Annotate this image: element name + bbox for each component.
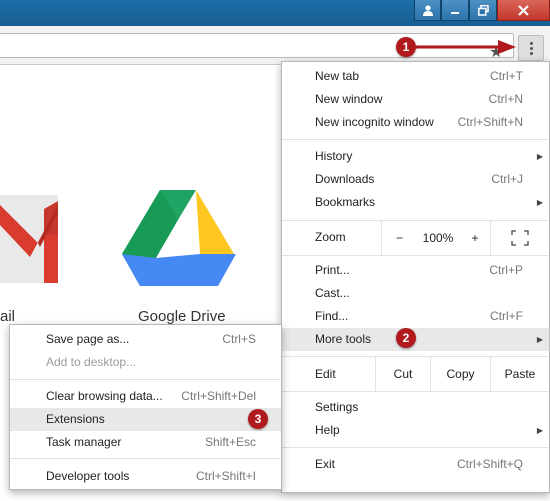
- menu-separator: [10, 379, 281, 380]
- step-marker-2: 2: [396, 328, 416, 348]
- menu-item-settings[interactable]: Settings: [282, 396, 549, 419]
- zoom-label: Zoom: [315, 230, 346, 244]
- menu-item-shortcut: Ctrl+Shift+N: [457, 115, 523, 129]
- submenu-item-add-to-desktop: Add to desktop...: [10, 351, 281, 374]
- menu-item-label: Find...: [315, 309, 349, 323]
- zoom-out-label: −: [395, 231, 403, 245]
- zoom-in-button[interactable]: +: [460, 221, 490, 255]
- gmail-label[interactable]: ail: [0, 308, 15, 325]
- zoom-level-value: 100%: [422, 231, 454, 245]
- menu-item-downloads[interactable]: Downloads Ctrl+J: [282, 168, 549, 191]
- submenu-item-label: Save page as...: [46, 332, 130, 346]
- menu-item-label: Downloads: [315, 172, 375, 186]
- submenu-item-shortcut: Ctrl+Shift+I: [195, 469, 256, 483]
- menu-item-label: More tools: [315, 332, 372, 346]
- paste-label: Paste: [504, 367, 536, 381]
- menu-item-exit[interactable]: Exit Ctrl+Shift+Q: [282, 453, 549, 476]
- submenu-item-clear-browsing-data[interactable]: Clear browsing data... Ctrl+Shift+Del: [10, 385, 281, 408]
- gmail-icon[interactable]: [0, 195, 58, 283]
- menu-item-shortcut: Ctrl+F: [490, 309, 523, 323]
- more-tools-submenu: Save page as... Ctrl+S Add to desktop...…: [9, 324, 282, 490]
- submenu-item-developer-tools[interactable]: Developer tools Ctrl+Shift+I: [10, 465, 281, 488]
- submenu-item-shortcut: Ctrl+Shift+Del: [181, 389, 256, 403]
- edit-label: Edit: [315, 367, 336, 381]
- menu-item-print[interactable]: Print... Ctrl+P: [282, 259, 549, 282]
- menu-item-cast[interactable]: Cast...: [282, 282, 549, 305]
- menu-item-label: Bookmarks: [315, 195, 376, 209]
- menu-item-help[interactable]: Help ▶: [282, 419, 549, 442]
- menu-item-label: Help: [315, 423, 340, 437]
- google-drive-label[interactable]: Google Drive: [138, 308, 226, 325]
- menu-item-bookmarks[interactable]: Bookmarks ▶: [282, 191, 549, 214]
- chrome-main-menu: New tab Ctrl+T New window Ctrl+N New inc…: [281, 61, 550, 493]
- submenu-item-shortcut: Shift+Esc: [204, 435, 256, 449]
- menu-item-shortcut: Ctrl+N: [488, 92, 523, 106]
- cut-button[interactable]: Cut: [375, 357, 430, 391]
- submenu-item-task-manager[interactable]: Task manager Shift+Esc: [10, 431, 281, 454]
- step-marker-1: 1: [396, 37, 416, 57]
- menu-item-label: Settings: [315, 400, 359, 414]
- menu-item-label: Cast...: [315, 286, 350, 300]
- cut-label: Cut: [393, 367, 413, 381]
- menu-item-shortcut: Ctrl+P: [489, 263, 523, 277]
- submenu-item-label: Add to desktop...: [46, 355, 137, 369]
- step-marker-3: 3: [248, 409, 268, 429]
- menu-separator: [10, 458, 281, 459]
- copy-label: Copy: [446, 367, 475, 381]
- menu-item-label: New window: [315, 92, 383, 106]
- zoom-level: 100%: [416, 221, 460, 255]
- submenu-item-label: Extensions: [46, 412, 105, 426]
- menu-item-shortcut: Ctrl+J: [491, 172, 523, 186]
- menu-item-find[interactable]: Find... Ctrl+F: [282, 305, 549, 328]
- menu-item-new-window[interactable]: New window Ctrl+N: [282, 88, 549, 111]
- menu-item-history[interactable]: History ▶: [282, 145, 549, 168]
- menu-item-label: Exit: [315, 457, 336, 471]
- submenu-item-shortcut: Ctrl+S: [222, 332, 256, 346]
- menu-item-zoom: Zoom − 100% +: [282, 221, 549, 255]
- zoom-in-label: +: [471, 231, 479, 245]
- menu-separator: [282, 447, 549, 448]
- submenu-arrow-icon: ▶: [536, 198, 543, 207]
- menu-separator: [282, 139, 549, 140]
- menu-item-edit: Edit Cut Copy Paste: [282, 357, 549, 391]
- menu-separator: [282, 255, 549, 256]
- submenu-item-label: Clear browsing data...: [46, 389, 163, 403]
- submenu-arrow-icon: ▶: [536, 426, 543, 435]
- menu-item-shortcut: Ctrl+Shift+Q: [456, 457, 523, 471]
- menu-item-label: Print...: [315, 263, 350, 277]
- submenu-item-extensions[interactable]: Extensions: [10, 408, 281, 431]
- google-drive-icon[interactable]: [120, 190, 238, 297]
- zoom-out-button[interactable]: −: [381, 221, 417, 255]
- annotation-arrow: [416, 40, 516, 54]
- menu-item-label: History: [315, 149, 353, 163]
- copy-button[interactable]: Copy: [430, 357, 490, 391]
- menu-item-new-incognito-window[interactable]: New incognito window Ctrl+Shift+N: [282, 111, 549, 134]
- menu-item-label: New incognito window: [315, 115, 434, 129]
- paste-button[interactable]: Paste: [490, 357, 549, 391]
- submenu-arrow-icon: ▶: [536, 335, 543, 344]
- submenu-item-label: Task manager: [46, 435, 122, 449]
- submenu-item-label: Developer tools: [46, 469, 130, 483]
- submenu-item-save-page[interactable]: Save page as... Ctrl+S: [10, 328, 281, 351]
- menu-separator: [282, 391, 549, 392]
- submenu-arrow-icon: ▶: [536, 152, 543, 161]
- fullscreen-icon[interactable]: [490, 221, 549, 255]
